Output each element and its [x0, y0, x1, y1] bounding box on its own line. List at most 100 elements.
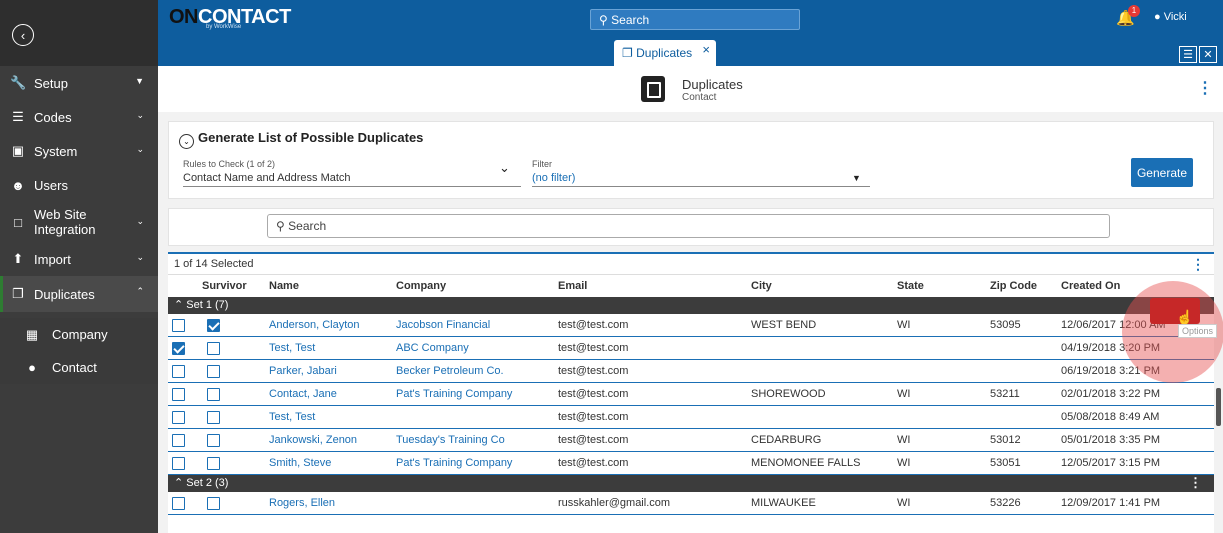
sidebar-item-web-site-integration[interactable]: □ Web Site Integration ⌄ [0, 202, 158, 242]
group-header-set-1[interactable]: ⌃ Set 1 (7) [168, 297, 1214, 314]
row-select-cell [172, 406, 185, 428]
rules-select[interactable]: Contact Name and Address Match [183, 172, 521, 187]
menu-icon[interactable]: ☰ [1179, 46, 1197, 63]
survivor-checkbox[interactable] [207, 387, 220, 401]
sidebar: ‹ 🔧 Setup ▼ ☰ Codes ⌄ ▣ System ⌄ ☻ Users… [0, 0, 158, 533]
user-menu[interactable]: ● Vicki [1154, 11, 1187, 23]
collapse-icon[interactable]: ⌄ [179, 134, 194, 149]
table-row[interactable]: Test, Test ABC Company test@test.com 04/19/… [168, 337, 1214, 360]
survivor-checkbox[interactable] [207, 496, 220, 510]
grid-options-icon[interactable]: ⋮ [1191, 256, 1205, 273]
col-zip[interactable]: Zip Code [990, 275, 1037, 297]
cell-name[interactable]: Rogers, Ellen [269, 492, 335, 514]
survivor-cell [207, 406, 220, 428]
col-state[interactable]: State [897, 275, 924, 297]
chevron-down-icon: ⌄ [136, 216, 144, 226]
table-row[interactable]: Rogers, Ellen russkahler@gmail.com MILWAUK… [168, 492, 1214, 515]
table-row[interactable]: Jankowski, Zenon Tuesday's Training Co tes… [168, 429, 1214, 452]
cell-name[interactable]: Test, Test [269, 337, 315, 359]
building-icon: ▦ [25, 326, 39, 342]
cell-zip: 53095 [990, 319, 1021, 331]
cell-email: test@test.com [558, 319, 629, 331]
grid-search-input[interactable]: ⚲ Search [267, 214, 1110, 238]
row-select-checkbox[interactable] [172, 341, 185, 355]
chevron-down-icon: ⌄ [136, 252, 144, 262]
cell-email: test@test.com [558, 342, 629, 354]
tab-duplicates[interactable]: ❐ Duplicates × [614, 40, 716, 66]
cell-company[interactable]: ABC Company [396, 337, 469, 359]
chevron-up-icon: ⌃ [174, 477, 184, 489]
cell-name[interactable]: Smith, Steve [269, 452, 331, 474]
survivor-checkbox[interactable] [207, 456, 220, 470]
sidebar-item-users[interactable]: ☻ Users [0, 168, 158, 202]
sidebar-item-duplicates[interactable]: ❐ Duplicates ⌃ [0, 276, 158, 312]
upload-icon: ⬆ [12, 251, 24, 266]
col-name[interactable]: Name [269, 275, 299, 297]
survivor-checkbox[interactable] [207, 364, 220, 378]
survivor-checkbox[interactable] [207, 410, 220, 424]
table-row[interactable]: Test, Test test@test.com 05/08/2018 8:49 A… [168, 406, 1214, 429]
cell-email: test@test.com [558, 388, 629, 400]
user-icon: ☻ [11, 177, 25, 193]
sidebar-subitem-contact[interactable]: ● Contact [0, 351, 158, 384]
cell-state: WI [897, 434, 911, 446]
col-email[interactable]: Email [558, 275, 587, 297]
cell-name[interactable]: Jankowski, Zenon [269, 429, 357, 451]
col-city[interactable]: City [751, 275, 772, 297]
sidebar-item-system[interactable]: ▣ System ⌄ [0, 134, 158, 168]
caret-down-icon[interactable]: ▼ [852, 173, 861, 183]
cell-name[interactable]: Anderson, Clayton [269, 314, 360, 336]
cell-company[interactable]: Pat's Training Company [396, 383, 512, 405]
row-select-cell [172, 314, 185, 336]
back-icon[interactable]: ‹ [12, 24, 34, 46]
group-options-icon[interactable]: ⋮ [1189, 475, 1202, 491]
survivor-cell [207, 337, 220, 359]
table-row[interactable]: Anderson, Clayton Jacobson Financial test@… [168, 314, 1214, 337]
row-select-checkbox[interactable] [172, 410, 185, 424]
survivor-checkbox[interactable] [207, 433, 220, 447]
duplicates-grid: 1 of 14 Selected ⋮ Survivor Name Company… [168, 252, 1214, 533]
scrollbar[interactable] [1216, 388, 1221, 426]
cell-created: 12/05/2017 3:15 PM [1061, 457, 1161, 469]
cell-company[interactable]: Becker Petroleum Co. [396, 360, 504, 382]
cell-company[interactable]: Jacobson Financial [396, 314, 490, 336]
filter-select[interactable]: (no filter) [532, 172, 870, 187]
group-header-set-2[interactable]: ⌃ Set 2 (3) ⋮ [168, 475, 1214, 492]
global-search-input[interactable]: ⚲ Search [590, 9, 800, 30]
row-select-checkbox[interactable] [172, 433, 185, 447]
cell-name[interactable]: Parker, Jabari [269, 360, 337, 382]
generate-button[interactable]: Generate [1131, 158, 1193, 187]
col-survivor[interactable]: Survivor [202, 275, 247, 297]
cell-company[interactable]: Pat's Training Company [396, 452, 512, 474]
col-created[interactable]: Created On [1061, 275, 1120, 297]
chevron-down-icon[interactable]: ⌄ [499, 160, 510, 176]
close-window-icon[interactable]: ✕ [1199, 46, 1217, 63]
cell-name[interactable]: Test, Test [269, 406, 315, 428]
row-select-checkbox[interactable] [172, 364, 185, 378]
sidebar-item-import[interactable]: ⬆ Import ⌄ [0, 242, 158, 276]
survivor-checkbox[interactable] [207, 341, 220, 355]
cell-company[interactable]: Tuesday's Training Co [396, 429, 505, 451]
sidebar-item-codes[interactable]: ☰ Codes ⌄ [0, 100, 158, 134]
row-select-checkbox[interactable] [172, 456, 185, 470]
sidebar-subitem-company[interactable]: ▦ Company [0, 318, 158, 351]
sidebar-item-setup[interactable]: 🔧 Setup ▼ [0, 66, 158, 100]
row-select-checkbox[interactable] [172, 387, 185, 401]
survivor-checkbox[interactable] [207, 318, 220, 332]
cell-created: 05/08/2018 8:49 AM [1061, 411, 1160, 423]
user-icon: ● [1154, 11, 1161, 23]
col-company[interactable]: Company [396, 275, 446, 297]
close-icon[interactable]: × [702, 42, 710, 57]
generate-panel-title[interactable]: ⌄ Generate List of Possible Duplicates [179, 130, 423, 149]
page-subtitle: Contact [682, 92, 717, 103]
row-select-checkbox[interactable] [172, 496, 185, 510]
cell-name[interactable]: Contact, Jane [269, 383, 337, 405]
cell-state: WI [897, 497, 911, 509]
survivor-cell [207, 452, 220, 474]
table-row[interactable]: Contact, Jane Pat's Training Company test@… [168, 383, 1214, 406]
table-row[interactable]: Smith, Steve Pat's Training Company test@t… [168, 452, 1214, 475]
table-row[interactable]: Parker, Jabari Becker Petroleum Co. test@t… [168, 360, 1214, 383]
cell-email: test@test.com [558, 411, 629, 423]
row-select-checkbox[interactable] [172, 318, 185, 332]
more-options-icon[interactable]: ⋮ [1197, 78, 1213, 98]
